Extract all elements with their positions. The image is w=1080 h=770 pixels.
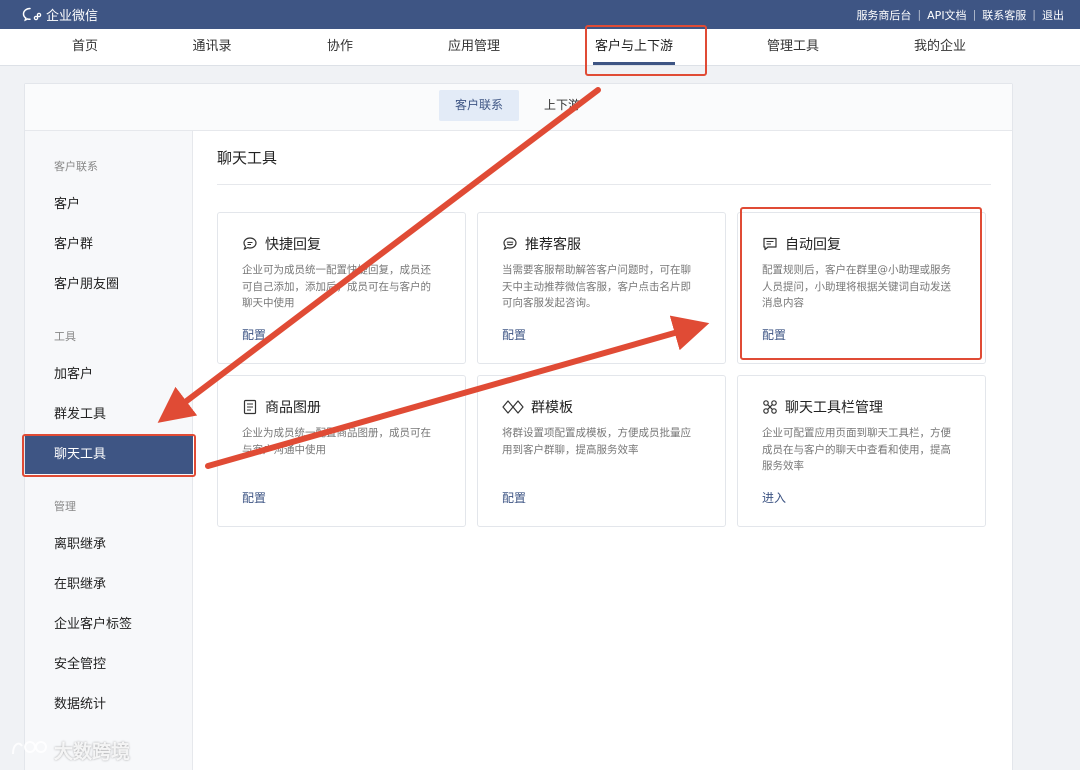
nav-home[interactable]: 首页 [72,29,98,66]
card-title: 快捷回复 [265,237,321,253]
sidebar-item-data-statistics[interactable]: 数据统计 [25,686,193,724]
toolbar-icon [762,399,778,415]
card-description: 企业可为成员统一配置快捷回复，成员还可自己添加，添加后，成员可在与客户的聊天中使… [242,264,431,309]
chat-bubble-icon [242,236,258,252]
card-title: 商品图册 [265,400,321,416]
tab-customer-contact[interactable]: 客户联系 [439,90,520,121]
contact-support-link[interactable]: 联系客服 [982,7,1026,23]
brand-name: 企业微信 [46,9,99,24]
tab-upstream-downstream[interactable]: 上下游 [528,90,596,121]
watermark-text: 大数跨境 [54,740,131,763]
nav-contacts[interactable]: 通讯录 [192,29,231,66]
sidebar-item-add-customers[interactable]: 加客户 [25,356,193,394]
api-docs-link[interactable]: API文档 [927,7,966,23]
sidebar-item-onjob-inheritance[interactable]: 在职继承 [25,566,193,604]
card-quick-reply: 快捷回复 企业可为成员统一配置快捷回复，成员还可自己添加，添加后，成员可在与客户… [217,212,466,364]
nav-my-enterprise[interactable]: 我的企业 [914,29,966,66]
highlight-sidebar-chat-tools [22,434,196,477]
configure-link[interactable]: 配置 [242,326,266,343]
card-description: 当需要客服帮助解答客户问题时，可在聊天中主动推荐微信客服，客户点击名片即可向客服… [502,264,691,309]
sidebar-item-customer-tags[interactable]: 企业客户标签 [25,606,193,644]
nav-app-management[interactable]: 应用管理 [448,29,500,66]
page-title: 聊天工具 [217,149,278,167]
highlight-auto-reply-card [740,207,982,360]
card-product-catalog: 商品图册 企业为成员统一配置商品图册，成员可在与客户沟通中使用 配置 [217,375,466,527]
main-nav: 首页 通讯录 协作 应用管理 客户与上下游 管理工具 我的企业 [0,29,1080,66]
logout-link[interactable]: 退出 [1042,7,1064,23]
sub-tabs: 客户联系 上下游 [25,84,1012,131]
divider [217,184,991,185]
brand[interactable]: 企业微信 [22,5,98,24]
sidebar-item-resigned-inheritance[interactable]: 离职继承 [25,526,193,564]
card-description: 企业可配置应用页面到聊天工具栏，方便成员在与客户的聊天中查看和使用，提高服务效率 [762,427,951,472]
sidebar-group-management: 管理 [54,500,76,513]
configure-link[interactable]: 配置 [502,489,526,506]
top-links: 服务商后台 | API文档 | 联系客服 | 退出 [856,7,1064,23]
sidebar-item-security-control[interactable]: 安全管控 [25,646,193,684]
card-title: 群模板 [531,400,573,416]
divider: | [1032,8,1036,21]
enter-link[interactable]: 进入 [762,489,786,506]
card-recommend-service: 推荐客服 当需要客服帮助解答客户问题时，可在聊天中主动推荐微信客服，客户点击名片… [477,212,726,364]
top-bar: 企业微信 服务商后台 | API文档 | 联系客服 | 退出 [0,0,1080,29]
watermark: 大数跨境 [10,735,130,765]
sidebar-group-tools: 工具 [54,330,76,343]
sidebar-group-customer-contact: 客户联系 [54,160,98,173]
card-group-template: 群模板 将群设置项配置成模板，方便成员批量应用到客户群聊，提高服务效率 配置 [477,375,726,527]
sidebar-item-customer-moments[interactable]: 客户朋友圈 [25,266,193,304]
service-bubble-icon [502,236,518,252]
divider: | [972,8,977,21]
provider-console-link[interactable]: 服务商后台 [856,7,911,23]
sidebar-item-customers[interactable]: 客户 [25,186,193,224]
sidebar-item-mass-messaging[interactable]: 群发工具 [25,396,193,434]
nav-collaboration[interactable]: 协作 [327,29,353,66]
diamond-icon [502,399,524,415]
card-title: 推荐客服 [525,237,581,253]
watermark-logo-icon [10,738,48,763]
card-description: 将群设置项配置成模板，方便成员批量应用到客户群聊，提高服务效率 [502,427,691,456]
sidebar-item-customer-groups[interactable]: 客户群 [25,226,193,264]
catalog-icon [242,399,258,415]
card-chat-toolbar-management: 聊天工具栏管理 企业可配置应用页面到聊天工具栏，方便成员在与客户的聊天中查看和使… [737,375,986,527]
highlight-nav-customers [585,25,707,76]
card-description: 企业为成员统一配置商品图册，成员可在与客户沟通中使用 [242,427,431,456]
configure-link[interactable]: 配置 [502,326,526,343]
configure-link[interactable]: 配置 [242,489,266,506]
nav-management-tools[interactable]: 管理工具 [767,29,819,66]
card-title: 聊天工具栏管理 [785,400,883,416]
main-panel: 客户联系 上下游 客户联系 客户 客户群 客户朋友圈 工具 加客户 群发工具 聊… [24,83,1013,770]
divider: | [917,8,922,21]
wecom-logo-icon [22,7,42,23]
